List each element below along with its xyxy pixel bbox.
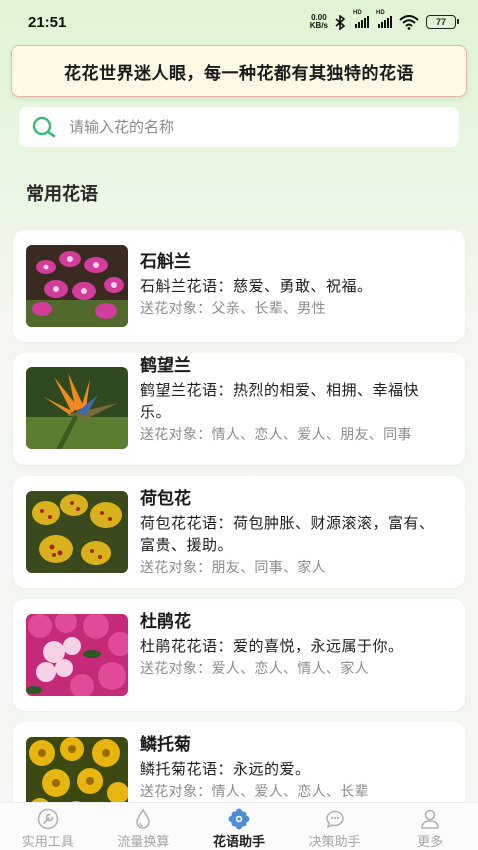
- flower-meaning: 鹤望兰花语：热烈的相爱、相拥、幸福快乐。: [140, 381, 420, 421]
- flower-meaning: 石斛兰花语：慈爱、勇敢、祝福。: [140, 277, 373, 295]
- tab-label: 实用工具: [21, 835, 74, 850]
- tab-label: 更多: [417, 835, 444, 850]
- bottom-tab-bar: 实用工具 流量换算 花语助手 决策助手 更多: [0, 802, 478, 850]
- status-icons: 0.00 KB/s HD HD 77: [310, 10, 459, 30]
- tab-label: 花语助手: [212, 835, 265, 850]
- flower-meaning: 荷包花花语：荷包肿胀、财源滚滚，富有、富贵、援助。: [140, 514, 435, 554]
- flower-image-dujuanhua: [26, 614, 128, 696]
- tab-tools[interactable]: 实用工具: [0, 803, 96, 850]
- flower-image-shihulan: [26, 245, 128, 327]
- flower-card-dujuanhua[interactable]: 杜鹃花 杜鹃花花语：爱的喜悦，永远属于你。 送花对象：爱人、恋人、情人、家人: [13, 599, 465, 711]
- tab-flower-language[interactable]: 花语助手: [191, 803, 287, 850]
- flower-name: 鳞托菊: [140, 735, 191, 755]
- person-icon: [421, 809, 439, 829]
- tab-more[interactable]: 更多: [382, 803, 478, 850]
- network-speed: 0.00 KB/s: [310, 14, 328, 30]
- wrench-icon: [37, 808, 59, 830]
- flower-target: 送花对象：爱人、恋人、情人、家人: [140, 661, 369, 677]
- flower-info: 石斛兰 石斛兰花语：慈爱、勇敢、祝福。 送花对象：父亲、长辈、男性: [140, 250, 449, 320]
- signal-sim1-icon: HD: [353, 10, 369, 28]
- flower-info: 鹤望兰 鹤望兰花语：热烈的相爱、相拥、幸福快乐。 送花对象：情人、恋人、爱人、朋…: [140, 354, 449, 446]
- flower-info: 荷包花 荷包花花语：荷包肿胀、财源滚滚，富有、富贵、援助。 送花对象：朋友、同事…: [140, 487, 449, 579]
- section-title: 常用花语: [26, 184, 98, 205]
- chat-bubble-icon: [325, 810, 344, 829]
- flower-meaning: 鳞托菊花语：永远的爱。: [140, 760, 311, 778]
- flower-info: 鳞托菊 鳞托菊花语：永远的爱。 送花对象：情人、爱人、恋人、长辈: [140, 733, 449, 803]
- flower-image-hebaohua: [26, 491, 128, 573]
- status-bar: 21:51 0.00 KB/s HD HD 77: [0, 0, 478, 44]
- flower-image-hewanglan: [26, 367, 128, 449]
- status-time: 21:51: [28, 13, 67, 31]
- battery-icon: 77: [426, 15, 459, 29]
- flower-card-hewanglan[interactable]: 鹤望兰 鹤望兰花语：热烈的相爱、相拥、幸福快乐。 送花对象：情人、恋人、爱人、朋…: [13, 353, 465, 465]
- bluetooth-icon: [335, 14, 346, 30]
- tab-data-convert[interactable]: 流量换算: [96, 803, 192, 850]
- flower-target: 送花对象：情人、爱人、恋人、长辈: [140, 784, 369, 800]
- wifi-icon: [399, 14, 419, 30]
- flower-icon: [228, 808, 250, 830]
- flower-target: 送花对象：朋友、同事、家人: [140, 560, 326, 576]
- search-icon: [32, 116, 56, 138]
- flower-name: 鹤望兰: [140, 356, 191, 376]
- flower-card-shihulan[interactable]: 石斛兰 石斛兰花语：慈爱、勇敢、祝福。 送花对象：父亲、长辈、男性: [13, 230, 465, 342]
- flower-card-hebaohua[interactable]: 荷包花 荷包花花语：荷包肿胀、财源滚滚，富有、富贵、援助。 送花对象：朋友、同事…: [13, 476, 465, 588]
- slogan-banner: 花花世界迷人眼，每一种花都有其独特的花语: [11, 45, 467, 97]
- sim1-hd-tag: HD: [353, 10, 362, 16]
- sim2-hd-tag: HD: [376, 10, 385, 16]
- network-speed-unit: KB/s: [309, 21, 328, 30]
- search-bar[interactable]: [19, 107, 459, 147]
- tab-label: 决策助手: [308, 835, 361, 850]
- flower-meaning: 杜鹃花花语：爱的喜悦，永远属于你。: [140, 637, 404, 655]
- water-drop-icon: [136, 808, 151, 829]
- tab-label: 流量换算: [117, 835, 170, 850]
- flower-name: 荷包花: [140, 489, 191, 509]
- flower-target: 送花对象：父亲、长辈、男性: [140, 301, 326, 317]
- tab-decision[interactable]: 决策助手: [287, 803, 383, 850]
- flower-target: 送花对象：情人、恋人、爱人、朋友、同事: [140, 427, 412, 443]
- signal-sim2-icon: HD: [376, 10, 392, 28]
- flower-name: 杜鹃花: [140, 612, 191, 632]
- flower-name: 石斛兰: [140, 252, 191, 272]
- flower-info: 杜鹃花 杜鹃花花语：爱的喜悦，永远属于你。 送花对象：爱人、恋人、情人、家人: [140, 610, 449, 680]
- search-input[interactable]: [69, 118, 429, 136]
